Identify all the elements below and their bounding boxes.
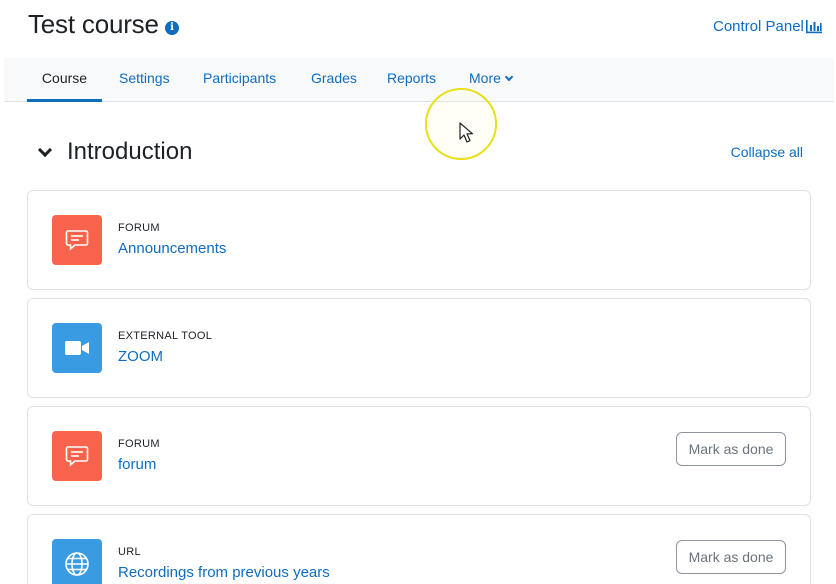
mark-as-done-button[interactable]: Mark as done — [676, 432, 786, 466]
forum-icon — [52, 215, 102, 265]
video-camera-icon — [52, 323, 102, 373]
page-header: Test course i Control Panel — [0, 0, 836, 58]
activity-item: FORUM Announcements — [27, 190, 811, 290]
chevron-down-icon[interactable] — [38, 145, 52, 159]
chevron-down-icon — [504, 72, 514, 82]
collapse-all-link[interactable]: Collapse all — [731, 144, 803, 160]
tab-grades[interactable]: Grades — [311, 58, 357, 102]
activity-link[interactable]: ZOOM — [118, 348, 163, 365]
activity-item: FORUM forum Mark as done — [27, 406, 811, 506]
tab-more[interactable]: More — [469, 58, 514, 102]
globe-icon — [52, 539, 102, 584]
bar-chart-icon[interactable] — [805, 19, 823, 34]
info-icon[interactable]: i — [165, 21, 179, 35]
section-header: Introduction Collapse all — [28, 136, 810, 170]
activity-type: EXTERNAL TOOL — [118, 330, 213, 342]
activity-link[interactable]: forum — [118, 456, 156, 473]
course-nav: Course Settings Participants Grades Repo… — [4, 58, 834, 102]
section-title: Introduction — [67, 138, 193, 165]
activity-type: FORUM — [118, 222, 160, 234]
tab-settings[interactable]: Settings — [119, 58, 170, 102]
activity-type: URL — [118, 546, 141, 558]
tab-more-label: More — [469, 70, 501, 86]
tab-reports[interactable]: Reports — [387, 58, 436, 102]
activity-link[interactable]: Announcements — [118, 240, 226, 257]
tab-course[interactable]: Course — [27, 58, 102, 102]
mark-as-done-button[interactable]: Mark as done — [676, 540, 786, 574]
control-panel-link[interactable]: Control Panel — [713, 18, 804, 35]
activity-item: URL Recordings from previous years Mark … — [27, 514, 811, 584]
forum-icon — [52, 431, 102, 481]
course-title: Test course — [28, 9, 159, 39]
activity-type: FORUM — [118, 438, 160, 450]
activity-item: EXTERNAL TOOL ZOOM — [27, 298, 811, 398]
tab-participants[interactable]: Participants — [203, 58, 276, 102]
activity-link[interactable]: Recordings from previous years — [118, 564, 330, 581]
